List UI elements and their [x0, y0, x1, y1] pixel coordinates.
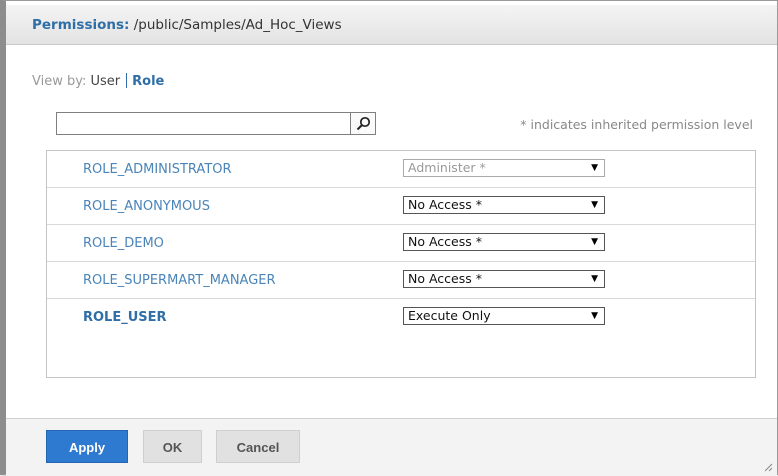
- permissions-table: ROLE_ADMINISTRATOR Administer * ▼ ROLE_A…: [46, 150, 756, 378]
- role-name: ROLE_USER: [83, 310, 167, 325]
- search-input[interactable]: [57, 113, 350, 134]
- table-row: ROLE_DEMO No Access * ▼: [47, 225, 755, 262]
- resize-grip-icon[interactable]: [763, 462, 773, 472]
- permission-value: No Access *: [408, 197, 482, 212]
- dropdown-arrow-icon: ▼: [591, 163, 598, 173]
- view-by-toggle: View by: User Role: [32, 73, 164, 89]
- dropdown-arrow-icon: ▼: [591, 311, 598, 321]
- dropdown-arrow-icon: ▼: [591, 200, 598, 210]
- permission-value: No Access *: [408, 234, 482, 249]
- permission-select[interactable]: No Access * ▼: [403, 270, 605, 288]
- role-name: ROLE_ANONYMOUS: [83, 199, 210, 214]
- table-row: ROLE_ANONYMOUS No Access * ▼: [47, 188, 755, 225]
- dialog-title-path: /public/Samples/Ad_Hoc_Views: [129, 17, 342, 33]
- dropdown-arrow-icon: ▼: [591, 274, 598, 284]
- inherited-hint: * indicates inherited permission level: [520, 117, 753, 132]
- search-button[interactable]: [350, 113, 375, 134]
- table-row: ROLE_USER Execute Only ▼: [47, 299, 755, 336]
- table-row: ROLE_ADMINISTRATOR Administer * ▼: [47, 151, 755, 188]
- permissions-dialog: Permissions: /public/Samples/Ad_Hoc_View…: [0, 0, 778, 476]
- cancel-button[interactable]: Cancel: [216, 430, 300, 463]
- dialog-title-bar[interactable]: Permissions: /public/Samples/Ad_Hoc_View…: [6, 5, 777, 45]
- view-by-separator: [126, 73, 128, 88]
- apply-button[interactable]: Apply: [46, 430, 128, 463]
- role-name: ROLE_DEMO: [83, 236, 164, 251]
- table-row: ROLE_SUPERMART_MANAGER No Access * ▼: [47, 262, 755, 299]
- ok-button[interactable]: OK: [143, 430, 202, 463]
- permission-value: No Access *: [408, 271, 482, 286]
- permission-select: Administer * ▼: [403, 159, 605, 177]
- permission-value: Administer *: [408, 160, 486, 175]
- search-icon: [356, 116, 370, 131]
- role-name: ROLE_ADMINISTRATOR: [83, 162, 232, 177]
- role-name: ROLE_SUPERMART_MANAGER: [83, 273, 276, 288]
- search-box: [56, 112, 376, 135]
- permission-select[interactable]: No Access * ▼: [403, 233, 605, 251]
- permission-select[interactable]: No Access * ▼: [403, 196, 605, 214]
- view-by-user-link[interactable]: User: [91, 74, 121, 89]
- view-by-role-link[interactable]: Role: [132, 74, 164, 89]
- dialog-title-label: Permissions:: [32, 17, 130, 33]
- dropdown-arrow-icon: ▼: [591, 237, 598, 247]
- permission-value: Execute Only: [408, 308, 491, 323]
- permission-select[interactable]: Execute Only ▼: [403, 307, 605, 325]
- dialog-footer: Apply OK Cancel: [6, 418, 777, 476]
- view-by-label: View by:: [32, 74, 87, 89]
